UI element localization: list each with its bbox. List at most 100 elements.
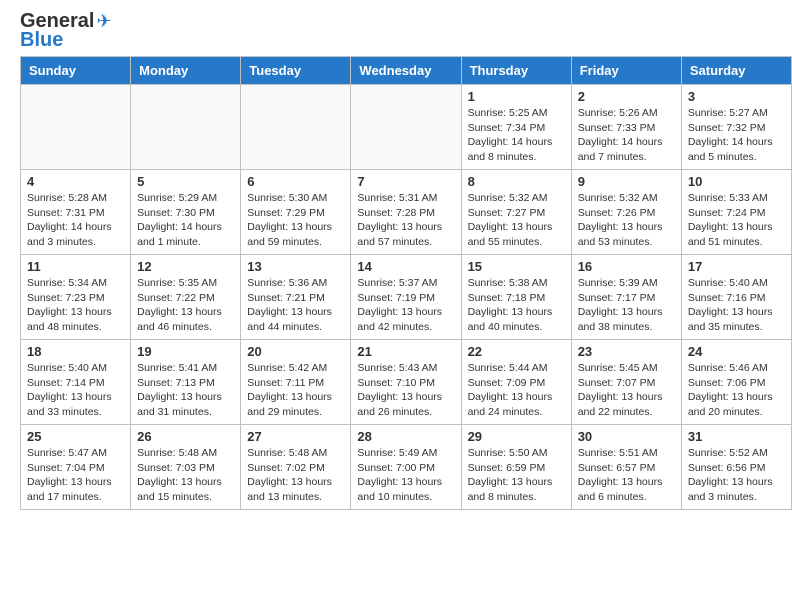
day-number: 4 — [27, 174, 124, 189]
calendar-day-cell: 7Sunrise: 5:31 AM Sunset: 7:28 PM Daylig… — [351, 170, 461, 255]
day-info: Sunrise: 5:29 AM Sunset: 7:30 PM Dayligh… — [137, 191, 234, 250]
calendar-day-cell — [351, 85, 461, 170]
day-info: Sunrise: 5:36 AM Sunset: 7:21 PM Dayligh… — [247, 276, 344, 335]
day-number: 25 — [27, 429, 124, 444]
day-number: 30 — [578, 429, 675, 444]
day-number: 28 — [357, 429, 454, 444]
calendar-day-cell: 6 Sunrise: 5:30 AM Sunset: 7:29 PM Daylig… — [241, 170, 351, 255]
day-number: 17 — [688, 259, 785, 274]
day-info: Sunrise: 5:39 AM Sunset: 7:17 PM Dayligh… — [578, 276, 675, 335]
day-info: Sunrise: 5:41 AM Sunset: 7:13 PM Dayligh… — [137, 361, 234, 420]
day-info: Sunrise: 5:43 AM Sunset: 7:10 PM Dayligh… — [357, 361, 454, 420]
logo-bird-icon: ✈ — [96, 11, 111, 32]
day-number: 27 — [247, 429, 344, 444]
calendar-day-header: Thursday — [461, 57, 571, 85]
calendar-day-cell: 13 Sunrise: 5:36 AM Sunset: 7:21 PM Dayli… — [241, 255, 351, 340]
day-number: 24 — [688, 344, 785, 359]
calendar-day-cell: 17 Sunrise: 5:40 AM Sunset: 7:16 PM Dayli… — [681, 255, 791, 340]
calendar-day-header: Monday — [131, 57, 241, 85]
day-info: Sunrise: 5:37 AM Sunset: 7:19 PM Dayligh… — [357, 276, 454, 335]
calendar-day-header: Sunday — [21, 57, 131, 85]
calendar-day-cell: 1Sunrise: 5:25 AM Sunset: 7:34 PM Daylig… — [461, 85, 571, 170]
calendar-day-cell: 28 Sunrise: 5:49 AM Sunset: 7:00 PM Dayli… — [351, 425, 461, 510]
day-info: Sunrise: 5:34 AM Sunset: 7:23 PM Dayligh… — [27, 276, 124, 335]
calendar-day-cell: 15Sunrise: 5:38 AM Sunset: 7:18 PM Dayli… — [461, 255, 571, 340]
day-number: 2 — [578, 89, 675, 104]
day-info: Sunrise: 5:27 AM Sunset: 7:32 PM Dayligh… — [688, 106, 785, 165]
day-number: 9 — [578, 174, 675, 189]
day-number: 19 — [137, 344, 234, 359]
calendar-day-cell — [21, 85, 131, 170]
day-number: 14 — [357, 259, 454, 274]
calendar-day-cell: 10 Sunrise: 5:33 AM Sunset: 7:24 PM Dayli… — [681, 170, 791, 255]
calendar-container: SundayMondayTuesdayWednesdayThursdayFrid… — [0, 56, 792, 520]
calendar-header-row: SundayMondayTuesdayWednesdayThursdayFrid… — [21, 57, 792, 85]
day-info: Sunrise: 5:30 AM Sunset: 7:29 PM Dayligh… — [247, 191, 344, 250]
day-info: Sunrise: 5:32 AM Sunset: 7:27 PM Dayligh… — [468, 191, 565, 250]
calendar-week-row: 1Sunrise: 5:25 AM Sunset: 7:34 PM Daylig… — [21, 85, 792, 170]
calendar-week-row: 18 Sunrise: 5:40 AM Sunset: 7:14 PM Dayli… — [21, 340, 792, 425]
day-number: 6 — [247, 174, 344, 189]
day-info: Sunrise: 5:28 AM Sunset: 7:31 PM Dayligh… — [27, 191, 124, 250]
day-number: 26 — [137, 429, 234, 444]
day-info: Sunrise: 5:48 AM Sunset: 7:03 PM Dayligh… — [137, 446, 234, 505]
day-number: 23 — [578, 344, 675, 359]
day-number: 13 — [247, 259, 344, 274]
page-header: General ✈ Blue — [0, 0, 792, 56]
logo: General ✈ Blue — [20, 10, 112, 52]
calendar-day-cell: 20 Sunrise: 5:42 AM Sunset: 7:11 PM Dayli… — [241, 340, 351, 425]
day-number: 22 — [468, 344, 565, 359]
day-number: 11 — [27, 259, 124, 274]
day-info: Sunrise: 5:35 AM Sunset: 7:22 PM Dayligh… — [137, 276, 234, 335]
day-number: 20 — [247, 344, 344, 359]
day-info: Sunrise: 5:44 AM Sunset: 7:09 PM Dayligh… — [468, 361, 565, 420]
calendar-day-cell: 19 Sunrise: 5:41 AM Sunset: 7:13 PM Dayli… — [131, 340, 241, 425]
calendar-day-cell: 22 Sunrise: 5:44 AM Sunset: 7:09 PM Dayli… — [461, 340, 571, 425]
calendar-week-row: 25Sunrise: 5:47 AM Sunset: 7:04 PM Dayli… — [21, 425, 792, 510]
calendar-day-cell: 8 Sunrise: 5:32 AM Sunset: 7:27 PM Daylig… — [461, 170, 571, 255]
logo-blue-text: Blue — [20, 29, 63, 52]
calendar-day-cell: 16 Sunrise: 5:39 AM Sunset: 7:17 PM Dayli… — [571, 255, 681, 340]
calendar-day-header: Tuesday — [241, 57, 351, 85]
day-info: Sunrise: 5:46 AM Sunset: 7:06 PM Dayligh… — [688, 361, 785, 420]
calendar-day-cell: 24 Sunrise: 5:46 AM Sunset: 7:06 PM Dayli… — [681, 340, 791, 425]
calendar-day-cell: 2 Sunrise: 5:26 AM Sunset: 7:33 PM Daylig… — [571, 85, 681, 170]
day-number: 18 — [27, 344, 124, 359]
day-info: Sunrise: 5:26 AM Sunset: 7:33 PM Dayligh… — [578, 106, 675, 165]
calendar-day-cell: 31 Sunrise: 5:52 AM Sunset: 6:56 PM Dayli… — [681, 425, 791, 510]
day-info: Sunrise: 5:48 AM Sunset: 7:02 PM Dayligh… — [247, 446, 344, 505]
day-number: 31 — [688, 429, 785, 444]
day-number: 10 — [688, 174, 785, 189]
calendar-day-cell: 11 Sunrise: 5:34 AM Sunset: 7:23 PM Dayli… — [21, 255, 131, 340]
calendar-week-row: 11 Sunrise: 5:34 AM Sunset: 7:23 PM Dayli… — [21, 255, 792, 340]
day-number: 7 — [357, 174, 454, 189]
day-number: 16 — [578, 259, 675, 274]
calendar-day-cell: 14 Sunrise: 5:37 AM Sunset: 7:19 PM Dayli… — [351, 255, 461, 340]
calendar-day-cell: 30 Sunrise: 5:51 AM Sunset: 6:57 PM Dayli… — [571, 425, 681, 510]
calendar-day-cell: 18 Sunrise: 5:40 AM Sunset: 7:14 PM Dayli… — [21, 340, 131, 425]
calendar-day-header: Saturday — [681, 57, 791, 85]
calendar-day-cell: 23 Sunrise: 5:45 AM Sunset: 7:07 PM Dayli… — [571, 340, 681, 425]
day-info: Sunrise: 5:40 AM Sunset: 7:16 PM Dayligh… — [688, 276, 785, 335]
calendar-day-cell: 29Sunrise: 5:50 AM Sunset: 6:59 PM Dayli… — [461, 425, 571, 510]
calendar-day-header: Wednesday — [351, 57, 461, 85]
day-info: Sunrise: 5:42 AM Sunset: 7:11 PM Dayligh… — [247, 361, 344, 420]
calendar-day-cell: 4 Sunrise: 5:28 AM Sunset: 7:31 PM Daylig… — [21, 170, 131, 255]
day-info: Sunrise: 5:52 AM Sunset: 6:56 PM Dayligh… — [688, 446, 785, 505]
day-info: Sunrise: 5:40 AM Sunset: 7:14 PM Dayligh… — [27, 361, 124, 420]
calendar-day-cell: 25Sunrise: 5:47 AM Sunset: 7:04 PM Dayli… — [21, 425, 131, 510]
day-info: Sunrise: 5:49 AM Sunset: 7:00 PM Dayligh… — [357, 446, 454, 505]
calendar-day-cell: 5 Sunrise: 5:29 AM Sunset: 7:30 PM Daylig… — [131, 170, 241, 255]
day-info: Sunrise: 5:38 AM Sunset: 7:18 PM Dayligh… — [468, 276, 565, 335]
day-number: 5 — [137, 174, 234, 189]
calendar-day-header: Friday — [571, 57, 681, 85]
day-number: 8 — [468, 174, 565, 189]
day-number: 1 — [468, 89, 565, 104]
calendar-day-cell — [131, 85, 241, 170]
calendar-day-cell: 3Sunrise: 5:27 AM Sunset: 7:32 PM Daylig… — [681, 85, 791, 170]
calendar-day-cell: 12Sunrise: 5:35 AM Sunset: 7:22 PM Dayli… — [131, 255, 241, 340]
day-info: Sunrise: 5:51 AM Sunset: 6:57 PM Dayligh… — [578, 446, 675, 505]
day-info: Sunrise: 5:45 AM Sunset: 7:07 PM Dayligh… — [578, 361, 675, 420]
calendar-day-cell: 27 Sunrise: 5:48 AM Sunset: 7:02 PM Dayli… — [241, 425, 351, 510]
day-info: Sunrise: 5:33 AM Sunset: 7:24 PM Dayligh… — [688, 191, 785, 250]
